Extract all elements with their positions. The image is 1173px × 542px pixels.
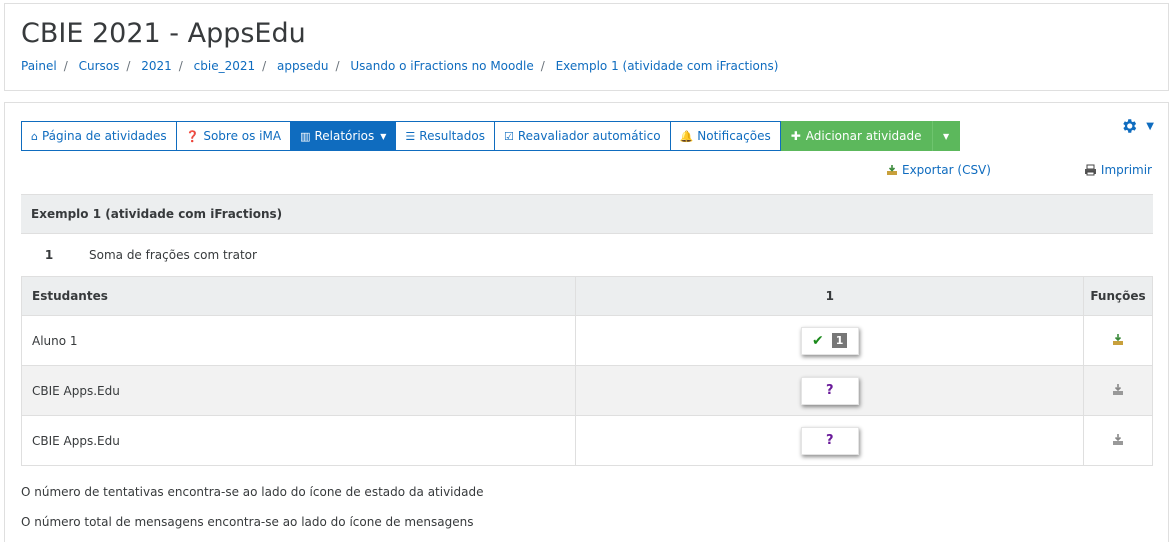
add-activity-label: Adicionar atividade xyxy=(805,129,922,143)
add-activity-button-group: ✚ Adicionar atividade ▼ xyxy=(780,121,960,151)
chevron-down-icon: ▼ xyxy=(1146,120,1154,132)
note-messages: O número total de mensagens encontra-se … xyxy=(21,515,474,529)
status-cell: ? xyxy=(575,415,1084,466)
breadcrumb: Painel / Cursos/ 2021/ cbie_2021/ appsedu… xyxy=(21,59,779,73)
header-activity-1: 1 xyxy=(575,276,1084,316)
tab-auto-reevaluator[interactable]: ☑ Reavaliador automático xyxy=(493,121,671,151)
table-row: CBIE Apps.Edu ? xyxy=(20,365,1153,416)
main-region: ▼ ⌂ Página de atividades ❓ Sobre os iMA … xyxy=(4,102,1169,542)
check-icon: ✔ xyxy=(812,332,824,349)
tab-results[interactable]: ☰ Resultados xyxy=(395,121,495,151)
download-icon xyxy=(887,165,897,175)
student-name: CBIE Apps.Edu xyxy=(20,415,577,466)
tab-label: Reavaliador automático xyxy=(517,129,661,143)
table-header-row: Estudantes 1 Funções xyxy=(20,276,1153,316)
chevron-down-icon: ▼ xyxy=(942,131,950,141)
list-icon: ☰ xyxy=(405,129,416,143)
breadcrumb-2021[interactable]: 2021 xyxy=(141,59,172,73)
settings-menu[interactable]: ▼ xyxy=(1120,117,1154,135)
download-icon xyxy=(1113,433,1123,445)
tab-label: Resultados xyxy=(419,129,485,143)
tab-notifications[interactable]: 🔔 Notificações xyxy=(669,121,781,151)
export-label: Exportar (CSV) xyxy=(902,163,991,177)
breadcrumb-activity[interactable]: Exemplo 1 (atividade com iFractions) xyxy=(556,59,779,73)
home-icon: ⌂ xyxy=(31,129,38,143)
functions-cell xyxy=(1083,365,1153,416)
table-row: Aluno 1 ✔ 1 xyxy=(20,315,1153,366)
question-mark-icon: ? xyxy=(825,433,834,448)
status-button[interactable]: ✔ 1 xyxy=(800,326,859,355)
bell-icon: 🔔 xyxy=(679,129,694,143)
activity-number: 1 xyxy=(44,248,54,262)
print-label: Imprimir xyxy=(1100,163,1152,177)
status-cell: ? xyxy=(575,365,1084,416)
attempts-badge: 1 xyxy=(831,333,848,348)
status-cell: ✔ 1 xyxy=(575,315,1084,366)
header-functions: Funções xyxy=(1083,276,1153,316)
printer-icon xyxy=(1084,164,1096,176)
export-csv-link[interactable]: Exportar (CSV) xyxy=(886,163,991,177)
student-name: Aluno 1 xyxy=(20,315,577,366)
status-button[interactable]: ? xyxy=(800,376,859,405)
activity-title: Exemplo 1 (atividade com iFractions) xyxy=(21,194,1153,234)
tab-about-ima[interactable]: ❓ Sobre os iMA xyxy=(175,121,292,151)
plus-icon: ✚ xyxy=(790,129,801,143)
question-mark-icon: ? xyxy=(825,383,834,398)
download-icon xyxy=(1113,383,1123,395)
table-row: CBIE Apps.Edu ? xyxy=(20,415,1153,466)
breadcrumb-cbie-2021[interactable]: cbie_2021 xyxy=(194,59,255,73)
question-circle-icon: ❓ xyxy=(185,129,200,143)
tab-label: Página de atividades xyxy=(41,129,167,143)
tab-label: Sobre os iMA xyxy=(203,129,282,143)
add-activity-button[interactable]: ✚ Adicionar atividade xyxy=(780,121,932,151)
chevron-down-icon: ▼ xyxy=(380,131,387,141)
note-attempts: O número de tentativas encontra-se ao la… xyxy=(21,485,484,499)
add-activity-dropdown[interactable]: ▼ xyxy=(931,121,960,151)
breadcrumb-painel[interactable]: Painel xyxy=(21,59,57,73)
gear-icon xyxy=(1123,119,1137,133)
status-button[interactable]: ? xyxy=(800,426,859,455)
activity-name: Soma de frações com trator xyxy=(89,248,257,262)
activity-item: 1 Soma de frações com trator xyxy=(21,234,1153,276)
functions-cell xyxy=(1083,415,1153,466)
check-square-icon: ☑ xyxy=(503,129,514,143)
functions-cell xyxy=(1083,315,1153,366)
breadcrumb-section[interactable]: Usando o iFractions no Moodle xyxy=(350,59,533,73)
tab-reports[interactable]: ▥ Relatórios ▼ xyxy=(290,121,397,151)
print-link[interactable]: Imprimir xyxy=(1084,163,1152,177)
breadcrumb-appsedu[interactable]: appsedu xyxy=(277,59,328,73)
student-name: CBIE Apps.Edu xyxy=(20,365,577,416)
tab-activity-page[interactable]: ⌂ Página de atividades xyxy=(21,121,177,151)
page-header: CBIE 2021 - AppsEdu Painel / Cursos/ 2021… xyxy=(4,3,1169,91)
tab-label: Relatórios xyxy=(314,129,375,143)
header-students: Estudantes xyxy=(20,276,577,316)
page-title: CBIE 2021 - AppsEdu xyxy=(21,18,306,49)
results-table: Estudantes 1 Funções Aluno 1 ✔ 1 CBIE Ap… xyxy=(20,276,1153,466)
download-icon[interactable] xyxy=(1112,333,1124,346)
bar-chart-icon: ▥ xyxy=(300,129,311,143)
breadcrumb-cursos[interactable]: Cursos xyxy=(79,59,120,73)
activity-tabs: ⌂ Página de atividades ❓ Sobre os iMA ▥ … xyxy=(21,121,960,151)
tab-label: Notificações xyxy=(697,129,771,143)
